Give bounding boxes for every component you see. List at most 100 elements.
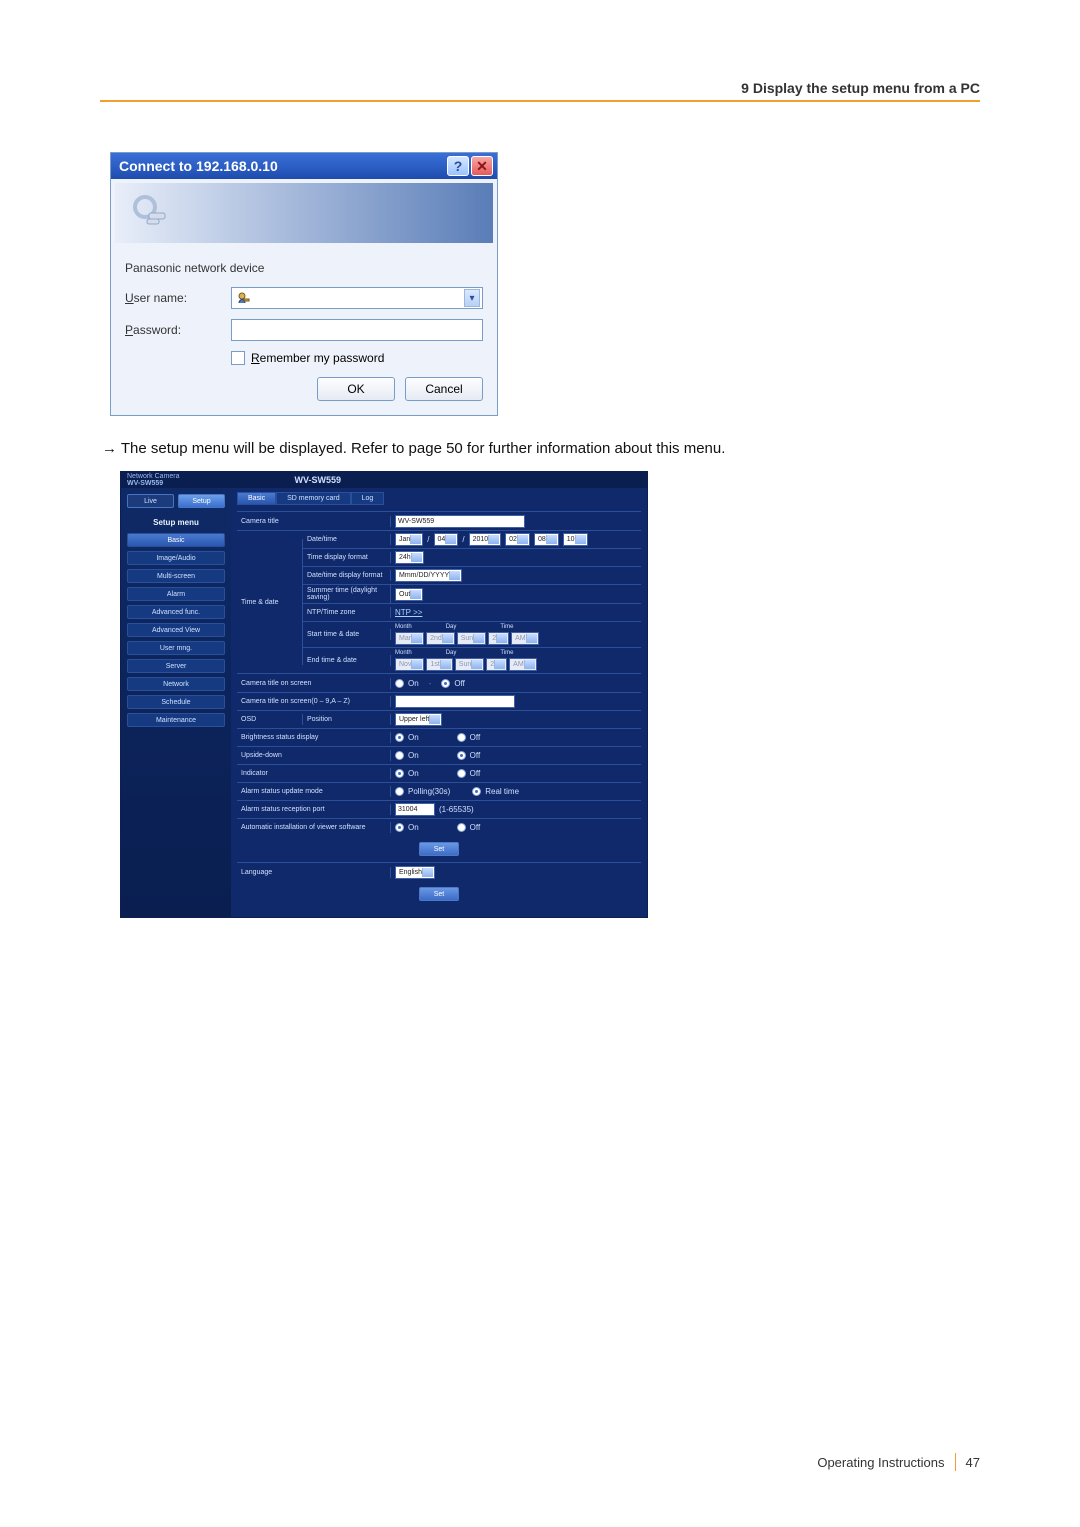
ctos-on-radio[interactable] — [395, 679, 404, 688]
time-date-label: Time & date — [237, 539, 303, 665]
sidebar: Live Setup Setup menu Basic Image/Audio … — [121, 488, 231, 917]
time-display-format-label: Time display format — [303, 552, 391, 563]
ctos-label: Camera title on screen — [237, 678, 391, 689]
close-button[interactable]: ✕ — [471, 156, 493, 176]
keyring-icon — [127, 189, 175, 237]
sidebar-item-multi-screen[interactable]: Multi-screen — [127, 569, 225, 583]
remember-label: Remember my password — [251, 351, 384, 365]
realtime-radio[interactable] — [472, 787, 481, 796]
sidebar-item-image-audio[interactable]: Image/Audio — [127, 551, 225, 565]
min-select[interactable]: 08 — [534, 533, 559, 546]
start-dow[interactable]: Sun — [457, 632, 486, 645]
start-hour[interactable]: 2 — [488, 632, 509, 645]
section-header: 9 Display the setup menu from a PC — [100, 80, 980, 96]
hour-select[interactable]: 02 — [505, 533, 530, 546]
dialog-titlebar: Connect to 192.168.0.10 ? ✕ — [111, 153, 497, 179]
polling-radio[interactable] — [395, 787, 404, 796]
time-display-format-select[interactable]: 24h — [395, 551, 424, 564]
ntp-link[interactable]: NTP >> — [395, 608, 422, 617]
user-key-icon — [236, 291, 250, 305]
upside-on-radio[interactable] — [395, 751, 404, 760]
dialog-title: Connect to 192.168.0.10 — [119, 158, 445, 174]
auto-install-on-radio[interactable] — [395, 823, 404, 832]
sidebar-item-basic[interactable]: Basic — [127, 533, 225, 547]
end-dow[interactable]: Sun — [455, 658, 484, 671]
alarm-port-label: Alarm status reception port — [237, 804, 391, 815]
chevron-down-icon[interactable]: ▾ — [464, 289, 480, 307]
page-footer: Operating Instructions 47 — [817, 1453, 980, 1471]
sidebar-item-maintenance[interactable]: Maintenance — [127, 713, 225, 727]
start-month[interactable]: Mar — [395, 632, 424, 645]
ctos-input[interactable] — [395, 695, 515, 708]
camera-title-label: Camera title — [237, 516, 391, 527]
sidebar-item-server[interactable]: Server — [127, 659, 225, 673]
date-display-format-select[interactable]: Mmm/DD/YYYY — [395, 569, 462, 582]
upside-label: Upside-down — [237, 750, 391, 761]
dialog-banner — [115, 183, 493, 243]
sidebar-title: Setup menu — [127, 518, 225, 527]
sidebar-item-advanced-view[interactable]: Advanced View — [127, 623, 225, 637]
content-area: Basic SD memory card Log Camera title WV… — [231, 488, 647, 917]
month-select[interactable]: Jan — [395, 533, 423, 546]
auto-install-off-radio[interactable] — [457, 823, 466, 832]
date-display-format-label: Date/time display format — [303, 570, 391, 581]
osd-label: OSD — [237, 714, 303, 725]
right-tab-basic[interactable]: Basic — [237, 492, 276, 505]
summer-time-select[interactable]: Out — [395, 588, 423, 601]
model-small: WV-SW559 — [127, 480, 180, 487]
right-tab-sd[interactable]: SD memory card — [276, 492, 351, 505]
auto-install-label: Automatic installation of viewer softwar… — [237, 822, 391, 833]
auth-dialog: Connect to 192.168.0.10 ? ✕ Panasonic ne… — [110, 152, 498, 416]
end-hour[interactable]: 2 — [486, 658, 507, 671]
alarm-mode-label: Alarm status update mode — [237, 786, 391, 797]
ok-button[interactable]: OK — [317, 377, 395, 401]
start-week[interactable]: 2nd — [426, 632, 455, 645]
brightness-off-radio[interactable] — [457, 733, 466, 742]
osd-position-select[interactable]: Upper left — [395, 713, 442, 726]
right-tab-log[interactable]: Log — [351, 492, 385, 505]
ctos-input-label: Camera title on screen(0 – 9,A – Z) — [237, 696, 391, 707]
upside-off-radio[interactable] — [457, 751, 466, 760]
brightness-label: Brightness status display — [237, 732, 391, 743]
sidebar-item-schedule[interactable]: Schedule — [127, 695, 225, 709]
ctos-off-radio[interactable] — [441, 679, 450, 688]
summer-time-label: Summer time (daylight saving) — [303, 585, 391, 603]
remember-checkbox[interactable] — [231, 351, 245, 365]
start-ampm[interactable]: AM — [511, 632, 539, 645]
sec-select[interactable]: 10 — [563, 533, 588, 546]
sidebar-item-user-mng[interactable]: User mng. — [127, 641, 225, 655]
year-select[interactable]: 2010 — [469, 533, 502, 546]
end-time-label: End time & date — [303, 655, 391, 666]
day-select[interactable]: 04 — [434, 533, 459, 546]
osd-position-label: Position — [303, 714, 391, 725]
password-input[interactable] — [231, 319, 483, 341]
alarm-port-input[interactable]: 31004 — [395, 803, 435, 816]
datetime-label: Date/time — [303, 534, 391, 545]
sidebar-item-advanced-func[interactable]: Advanced func. — [127, 605, 225, 619]
language-select[interactable]: English — [395, 866, 435, 879]
product-type-label: Network Camera — [127, 473, 180, 480]
password-label: Password: — [125, 323, 231, 337]
username-label: User name: — [125, 291, 231, 305]
tab-live[interactable]: Live — [127, 494, 174, 508]
set-button-1[interactable]: Set — [419, 842, 459, 856]
sidebar-item-alarm[interactable]: Alarm — [127, 587, 225, 601]
setup-menu-screenshot: Network Camera WV-SW559 WV-SW559 Live Se… — [120, 471, 648, 918]
help-button[interactable]: ? — [447, 156, 469, 176]
end-month[interactable]: Nov — [395, 658, 424, 671]
set-button-2[interactable]: Set — [419, 887, 459, 901]
indicator-off-radio[interactable] — [457, 769, 466, 778]
username-input[interactable]: ▾ — [231, 287, 483, 309]
sidebar-item-network[interactable]: Network — [127, 677, 225, 691]
brightness-on-radio[interactable] — [395, 733, 404, 742]
end-ampm[interactable]: AM — [509, 658, 537, 671]
camera-title-input[interactable]: WV-SW559 — [395, 515, 525, 528]
tab-setup[interactable]: Setup — [178, 494, 225, 508]
cancel-button[interactable]: Cancel — [405, 377, 483, 401]
footer-text: Operating Instructions — [817, 1455, 944, 1470]
end-week[interactable]: 1st — [426, 658, 452, 671]
ntp-label: NTP/Time zone — [303, 607, 391, 618]
page-number: 47 — [966, 1455, 980, 1470]
indicator-on-radio[interactable] — [395, 769, 404, 778]
dialog-description: Panasonic network device — [125, 261, 483, 275]
